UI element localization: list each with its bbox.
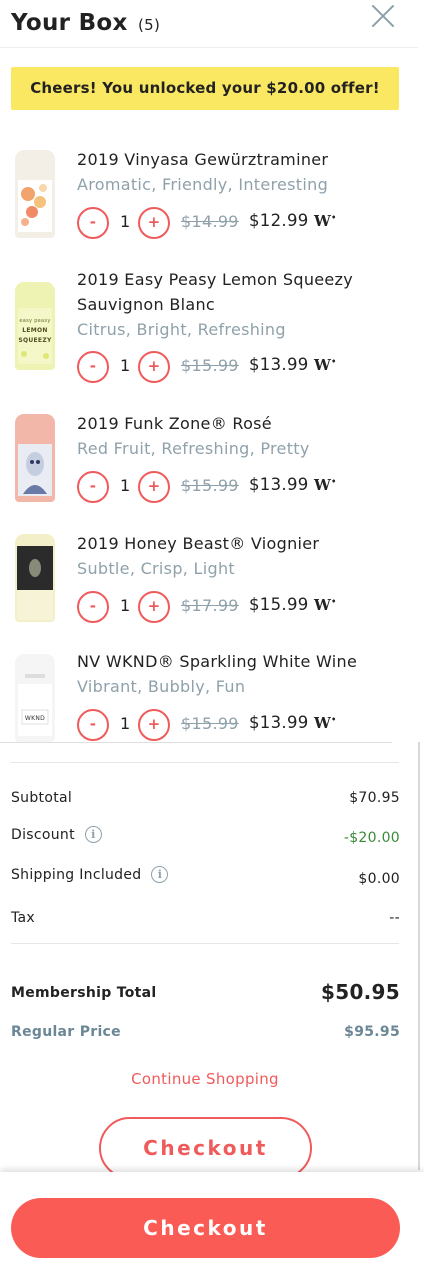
cart-header: Your Box (5) — [0, 0, 418, 48]
svg-text:SQUEEZY: SQUEEZY — [18, 337, 52, 344]
quantity-value: 1 — [120, 476, 131, 495]
member-badge-icon: W• — [314, 596, 337, 614]
increase-quantity-button[interactable]: + — [138, 351, 170, 383]
quantity-stepper: - 1 + $15.99 $13.99 W• — [77, 471, 377, 503]
item-name: NV WKND® Sparkling White Wine — [77, 652, 358, 671]
wine-bottle-image — [15, 414, 55, 502]
subtotal-label: Subtotal — [11, 790, 73, 806]
discount-label: Discount — [11, 827, 75, 843]
quantity-value: 1 — [120, 596, 131, 615]
decrease-quantity-button[interactable]: - — [77, 709, 109, 741]
info-icon[interactable]: i — [151, 866, 169, 883]
decrease-quantity-button[interactable]: - — [77, 591, 109, 623]
svg-text:easy peasy: easy peasy — [19, 318, 50, 324]
tax-value: -- — [389, 910, 400, 926]
offer-banner: Cheers! You unlocked your $20.00 offer! — [11, 67, 399, 110]
shipping-row: Shipping Included i — [11, 866, 169, 883]
original-price: $15.99 — [181, 476, 239, 495]
original-price: $15.99 — [181, 714, 239, 733]
quantity-value: 1 — [120, 356, 131, 375]
member-price: $13.99 — [249, 355, 309, 374]
cart-item: 2019 Honey Beast® Viognier Subtle, Crisp… — [0, 528, 418, 628]
member-price: $13.99 — [249, 713, 309, 732]
member-price: $15.99 — [249, 595, 309, 614]
member-price: $12.99 — [249, 211, 309, 230]
tax-label: Tax — [11, 910, 35, 926]
increase-quantity-button[interactable]: + — [138, 471, 170, 503]
member-price: $13.99 — [249, 475, 309, 494]
wine-bottle-image: WKND — [15, 654, 55, 742]
member-badge-icon: W• — [314, 714, 337, 732]
discount-value: -$20.00 — [343, 830, 400, 846]
member-badge-icon: W• — [314, 476, 337, 494]
member-badge-icon: W• — [314, 212, 337, 230]
quantity-stepper: - 1 + $15.99 $13.99 W• — [77, 709, 377, 741]
original-price: $15.99 — [181, 356, 239, 375]
cart-item: 2019 Vinyasa Gewürztraminer Aromatic, Fr… — [0, 144, 418, 244]
discount-row: Discount i — [11, 826, 102, 843]
item-name: 2019 Easy Peasy Lemon Squeezy Sauvignon B… — [77, 270, 354, 314]
decrease-quantity-button[interactable]: - — [77, 351, 109, 383]
item-name: 2019 Funk Zone® Rosé — [77, 414, 272, 433]
close-icon[interactable] — [370, 3, 396, 29]
checkout-button[interactable]: Checkout — [11, 1198, 400, 1258]
svg-text:WKND: WKND — [25, 715, 45, 722]
quantity-stepper: - 1 + $17.99 $15.99 W• — [77, 591, 377, 623]
svg-text:LEMON: LEMON — [22, 327, 48, 334]
cart-title: Your Box (5) — [11, 10, 160, 36]
cart-item: 2019 Funk Zone® Rosé Red Fruit, Refreshi… — [0, 408, 418, 508]
shipping-label: Shipping Included — [11, 867, 142, 883]
regular-price-value: $95.95 — [344, 1024, 400, 1040]
item-tags: Citrus, Bright, Refreshing — [77, 320, 286, 339]
cart-item: easy peasy LEMON SQUEEZY 2019 Easy Peasy… — [0, 264, 418, 384]
increase-quantity-button[interactable]: + — [138, 591, 170, 623]
summary-divider — [11, 943, 399, 944]
original-price: $14.99 — [181, 212, 239, 231]
membership-total-label: Membership Total — [11, 985, 157, 1001]
scrollbar-track[interactable] — [418, 742, 420, 1170]
items-divider — [0, 742, 392, 743]
info-icon[interactable]: i — [84, 826, 102, 843]
subtotal-value: $70.95 — [349, 790, 400, 806]
sticky-footer: Checkout — [0, 1172, 424, 1278]
continue-shopping-link[interactable]: Continue Shopping — [0, 1070, 410, 1088]
increase-quantity-button[interactable]: + — [138, 207, 170, 239]
decrease-quantity-button[interactable]: - — [77, 471, 109, 503]
quantity-stepper: - 1 + $15.99 $13.99 W• — [77, 351, 377, 383]
wine-bottle-image — [15, 534, 55, 622]
item-tags: Vibrant, Bubbly, Fun — [77, 677, 246, 696]
cart-item: WKND NV WKND® Sparkling White Wine Vibra… — [0, 648, 418, 742]
wine-bottle-image: easy peasy LEMON SQUEEZY — [15, 282, 55, 370]
item-tags: Aromatic, Friendly, Interesting — [77, 175, 329, 194]
item-tags: Red Fruit, Refreshing, Pretty — [77, 439, 310, 458]
shipping-value: $0.00 — [358, 871, 400, 887]
cart-item-count: (5) — [137, 16, 161, 34]
cart-title-text: Your Box — [11, 10, 128, 36]
wine-bottle-image — [15, 150, 55, 238]
membership-total-value: $50.95 — [321, 980, 400, 1004]
item-tags: Subtle, Crisp, Light — [77, 559, 235, 578]
original-price: $17.99 — [181, 596, 239, 615]
checkout-button-secondary[interactable]: Checkout — [99, 1117, 312, 1179]
quantity-value: 1 — [120, 212, 131, 231]
item-name: 2019 Vinyasa Gewürztraminer — [77, 150, 329, 169]
decrease-quantity-button[interactable]: - — [77, 207, 109, 239]
quantity-stepper: - 1 + $14.99 $12.99 W• — [77, 207, 377, 239]
increase-quantity-button[interactable]: + — [138, 709, 170, 741]
item-name: 2019 Honey Beast® Viognier — [77, 534, 320, 553]
quantity-value: 1 — [120, 714, 131, 733]
summary-divider — [11, 762, 399, 763]
regular-price-label: Regular Price — [11, 1024, 121, 1040]
member-badge-icon: W• — [314, 356, 337, 374]
